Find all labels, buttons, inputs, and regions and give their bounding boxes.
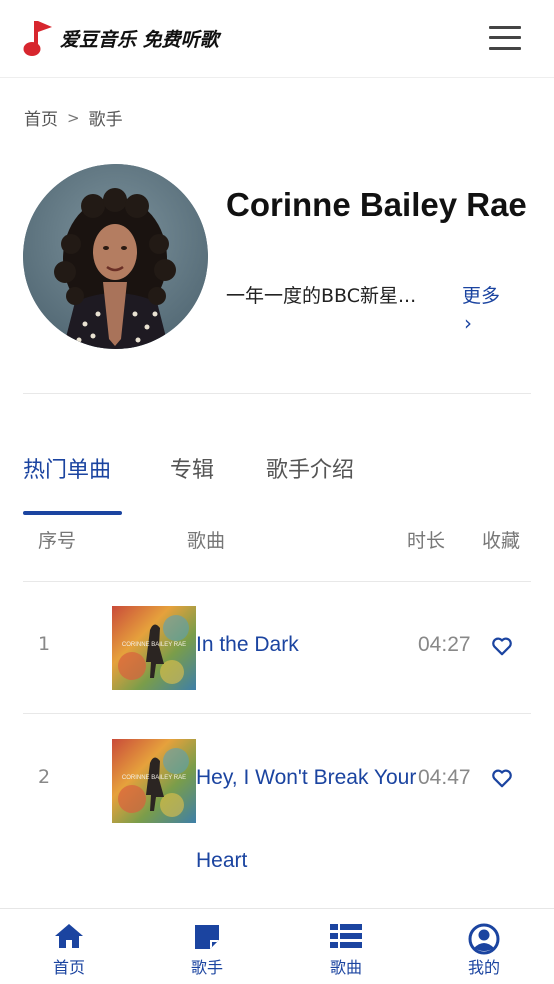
divider	[23, 581, 531, 582]
artist-avatar	[23, 164, 208, 349]
artist-name: Corinne Bailey Rae	[226, 186, 527, 223]
nav-label: 首页	[52, 958, 85, 977]
chevron-right-icon: ›	[464, 311, 472, 335]
more-label: 更多	[462, 285, 501, 307]
bottom-nav: 首页 歌手 歌曲 我的	[0, 908, 554, 984]
hamburger-menu-icon[interactable]	[489, 24, 523, 52]
active-tab-indicator	[23, 511, 122, 515]
cover-text: CORINNE BAILEY RAE	[122, 775, 186, 781]
row-index: 1	[38, 633, 51, 655]
nav-label: 歌曲	[329, 958, 362, 977]
song-duration: 04:47	[418, 766, 471, 789]
divider	[23, 713, 531, 714]
breadcrumb-home[interactable]: 首页	[24, 105, 58, 130]
breadcrumb-current: 歌手	[88, 110, 123, 130]
column-header-index: 序号	[38, 530, 77, 552]
breadcrumb: 首页 > 歌手	[24, 105, 123, 131]
column-header-favorite: 收藏	[482, 530, 521, 552]
artist-description: 一年一度的BBC新星...	[226, 285, 417, 307]
nav-item-singer[interactable]: 歌手	[167, 909, 247, 984]
singer-note-icon	[195, 925, 219, 949]
list-icon	[330, 924, 362, 948]
divider	[23, 393, 531, 394]
nav-item-mine[interactable]: 我的	[444, 909, 524, 984]
home-icon	[55, 924, 83, 948]
app-header: 爱豆音乐 免费听歌	[0, 0, 554, 78]
song-title-link-continued[interactable]: Heart	[196, 849, 247, 873]
chevron-right-icon: >	[67, 108, 80, 127]
tab-hot-singles[interactable]: 热门单曲	[23, 452, 111, 484]
nav-label: 歌手	[190, 958, 223, 977]
column-header-song: 歌曲	[187, 530, 226, 552]
music-note-logo-icon	[23, 21, 52, 56]
song-title-link[interactable]: In the Dark	[196, 633, 299, 657]
tab-artist-intro[interactable]: 歌手介绍	[266, 452, 354, 484]
cover-text: CORINNE BAILEY RAE	[122, 642, 186, 648]
nav-item-songs[interactable]: 歌曲	[306, 909, 386, 984]
song-title-link[interactable]: Hey, I Won't Break Your	[196, 766, 416, 790]
song-duration: 04:27	[418, 633, 471, 656]
heart-outline-icon[interactable]	[491, 768, 513, 788]
user-circle-icon	[468, 923, 500, 955]
heart-outline-icon[interactable]	[491, 636, 513, 656]
tab-albums[interactable]: 专辑	[170, 452, 214, 484]
more-button[interactable]: 更多 ›	[462, 281, 500, 335]
logo[interactable]: 爱豆音乐 免费听歌	[22, 18, 219, 58]
logo-text: 爱豆音乐 免费听歌	[60, 28, 219, 51]
row-index: 2	[38, 766, 51, 788]
column-header-duration: 时长	[407, 530, 446, 552]
nav-item-home[interactable]: 首页	[29, 909, 109, 984]
nav-label: 我的	[467, 958, 500, 977]
album-cover[interactable]: CORINNE BAILEY RAE	[112, 606, 196, 690]
album-cover[interactable]: CORINNE BAILEY RAE	[112, 739, 196, 823]
